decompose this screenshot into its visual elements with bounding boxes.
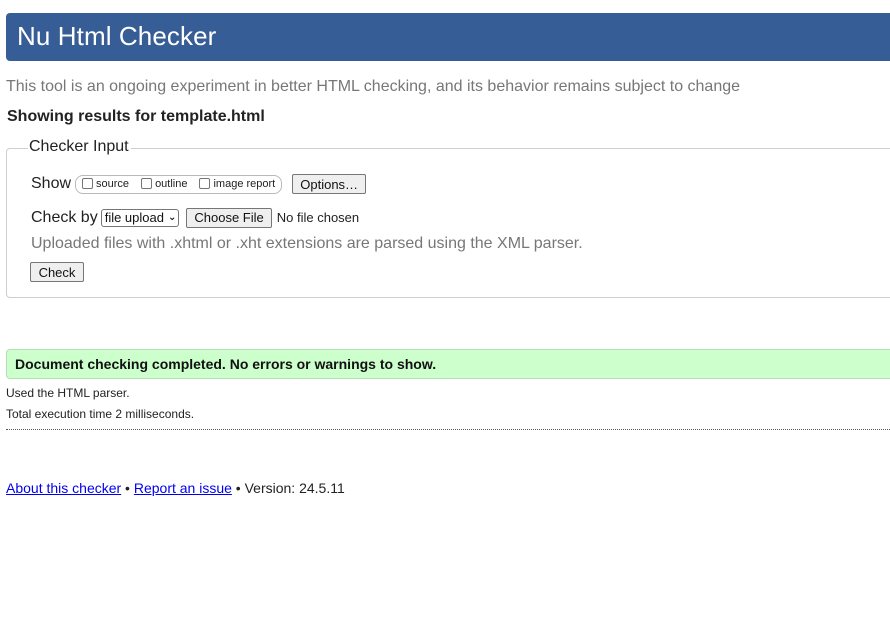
parser-note: Used the HTML parser. [6, 386, 130, 400]
check-button[interactable]: Check [30, 262, 84, 282]
check-by-select[interactable]: file upload ⌄ [100, 208, 180, 227]
source-checkbox-label: source [96, 178, 130, 190]
check-by-row: Check by file upload ⌄ Choose File No fi… [31, 207, 359, 228]
chevron-down-icon: ⌄ [167, 212, 177, 223]
image-report-checkbox[interactable] [199, 177, 211, 189]
header-bar: Nu Html Checker [6, 13, 890, 61]
success-message-box: Document checking completed. No errors o… [6, 349, 890, 379]
footer-separator: • [121, 480, 134, 496]
intro-text: This tool is an ongoing experiment in be… [6, 78, 741, 95]
options-button[interactable]: Options… [292, 174, 367, 194]
choose-file-button[interactable]: Choose File [186, 207, 272, 228]
check-by-selected-value: file upload [104, 210, 164, 225]
show-options-group: source outline image report [75, 174, 283, 194]
show-image-report-option[interactable]: image report [199, 177, 276, 190]
check-by-label: Check by [31, 208, 98, 226]
footer: About this checker • Report an issue • V… [6, 480, 345, 496]
show-label: Show [31, 175, 72, 192]
success-message: Document checking completed. No errors o… [15, 356, 437, 372]
outline-checkbox-label: outline [155, 178, 188, 190]
source-checkbox[interactable] [82, 177, 94, 189]
show-source-option[interactable]: source [82, 177, 130, 190]
uploaded-files-note: Uploaded files with .xhtml or .xht exten… [31, 235, 583, 252]
no-file-chosen-text: No file chosen [276, 210, 360, 225]
show-outline-option[interactable]: outline [141, 177, 188, 190]
image-report-checkbox-label: image report [213, 178, 276, 190]
showing-results-heading: Showing results for template.html [7, 108, 265, 125]
version-text: • Version: 24.5.11 [231, 480, 345, 496]
execution-time-note: Total execution time 2 milliseconds. [6, 407, 195, 421]
page: Nu Html Checker This tool is an ongoing … [0, 0, 890, 622]
report-issue-link[interactable]: Report an issue [134, 480, 232, 496]
page-title: Nu Html Checker [17, 21, 217, 51]
show-row: Show source outline image report Options… [31, 173, 367, 195]
outline-checkbox[interactable] [141, 177, 153, 189]
about-checker-link[interactable]: About this checker [6, 480, 121, 496]
checker-input-legend: Checker Input [28, 138, 131, 156]
dotted-divider [6, 429, 890, 430]
